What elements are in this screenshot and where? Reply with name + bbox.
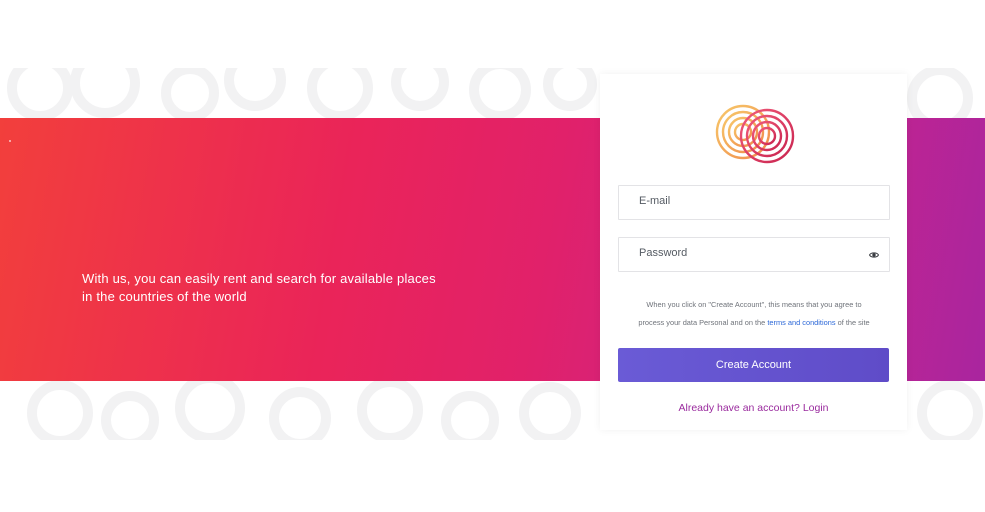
signup-card: E-mail Password When you click on "Creat… — [600, 74, 907, 430]
hero-tagline: With us, you can easily rent and search … — [82, 270, 462, 306]
terms-middle-text: process your data Personal and on the — [638, 318, 768, 327]
login-link[interactable]: Already have an account? Login — [600, 402, 907, 414]
eye-icon[interactable] — [869, 250, 879, 260]
create-account-button[interactable]: Create Account — [618, 348, 889, 382]
email-field[interactable]: E-mail — [618, 185, 890, 220]
signup-page: With us, you can easily rent and search … — [0, 0, 985, 512]
terms-notice: When you click on "Create Account", this… — [614, 296, 894, 332]
terms-suffix-text: of the site — [835, 318, 870, 327]
terms-link[interactable]: terms and conditions — [767, 318, 835, 327]
hero-dot — [9, 140, 11, 142]
tagline-line-1: With us, you can easily rent and search … — [82, 271, 436, 286]
password-input[interactable] — [619, 238, 889, 271]
concentric-rings-logo-icon — [715, 104, 795, 164]
terms-line-1: When you click on "Create Account", this… — [646, 300, 862, 309]
email-input[interactable] — [619, 186, 889, 219]
password-field[interactable]: Password — [618, 237, 890, 272]
tagline-line-2: in the countries of the world — [82, 289, 247, 304]
terms-line-2: process your data Personal and on the te… — [614, 314, 894, 332]
